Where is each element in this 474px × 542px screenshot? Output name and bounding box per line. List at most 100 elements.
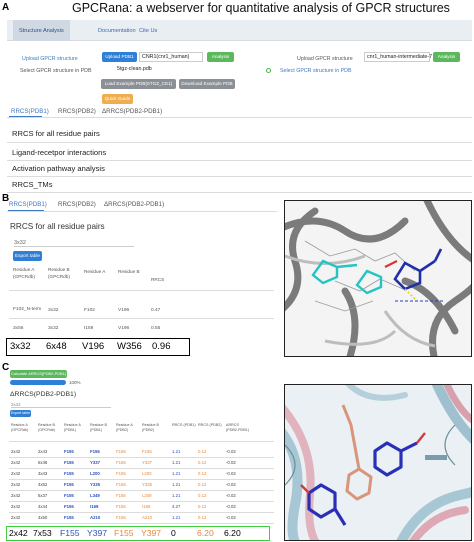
tabs-divider	[7, 117, 472, 118]
c-table-cell: 4x50	[38, 515, 48, 520]
c-table-cell: Y337	[142, 460, 153, 465]
c-col-header: ΔRRCS (PDB2-PDB1)	[226, 423, 249, 432]
b-table-cell: 3x32	[48, 308, 59, 313]
c-highlight-cell: F155	[60, 528, 80, 538]
b-col-header-2: Residue B (GPCRdb)	[48, 267, 70, 279]
tab-rrcs-pdb1[interactable]: RRCS(PDB1)	[11, 108, 49, 115]
c-table-cell: L200	[90, 471, 100, 476]
load-example-pdb-button[interactable]: Load Example PDB(5TGZ_CE1)	[101, 79, 176, 89]
b-table-cell: 3x56	[13, 326, 24, 331]
c-table-cell: 2x42	[11, 449, 21, 454]
progress-label: 100%	[69, 380, 81, 385]
nav-documentation[interactable]: Documentation	[98, 28, 136, 34]
c-table-cell: 0.12	[198, 504, 207, 509]
c-table-cell: F155	[64, 504, 74, 509]
b-table-cell: 0.47	[151, 308, 161, 313]
c-table-cell: F155	[64, 449, 74, 454]
c-highlight-cell: Y397	[87, 528, 108, 538]
c-table-cell: 0.12	[198, 493, 207, 498]
c-table-cell: 0.12	[198, 460, 207, 465]
c-table-cell: F155	[116, 460, 126, 465]
c-table-header-divider	[9, 441, 274, 442]
c-table-cell: 0.12	[198, 449, 207, 454]
b-table-cell: 3x32	[48, 326, 59, 331]
c-filter-input[interactable]: 2x42	[11, 402, 111, 408]
section-activation-pathway[interactable]: Activation pathway analysis	[12, 164, 105, 173]
b-table-cell: F102_N-term	[13, 307, 42, 312]
c-highlight-cell: 7x53	[33, 528, 52, 538]
divider	[9, 523, 274, 524]
tab-rrcs-pdb2[interactable]: RRCS(PDB2)	[58, 108, 96, 115]
progress-bar	[10, 380, 66, 385]
c-col-header: Residue B (PDB2)	[142, 423, 160, 432]
b-col-header-5: RRCS	[151, 277, 165, 282]
c-table-cell: 2x42	[11, 482, 21, 487]
divider	[7, 160, 472, 161]
divider	[7, 142, 472, 143]
c-table-cell: 1.21	[172, 471, 181, 476]
b-tab-rrcs-pdb2[interactable]: RRCS(PDB2)	[58, 201, 96, 208]
c-table-cell: L349	[90, 493, 100, 498]
panel-letter-a: A	[2, 2, 10, 13]
quick-guide-button[interactable]: Quick Guide	[102, 94, 133, 104]
tab-delta-rrcs[interactable]: ΔRRCS(PDB2-PDB1)	[102, 108, 162, 115]
analysis-button-right[interactable]: Analysis	[433, 52, 460, 62]
nav-structure-analysis[interactable]: Structure Analysis	[13, 20, 70, 41]
c-table-cell: F155	[142, 449, 152, 454]
section-rrcs-all-pairs[interactable]: RRCS for all residue pairs	[12, 129, 100, 138]
b-tab-rrcs-pdb1[interactable]: RRCS(PDB1)	[9, 201, 47, 208]
b-tab-delta-rrcs[interactable]: ΔRRCS(PDB2-PDB1)	[104, 201, 164, 208]
c-table-cell: 3x43	[38, 471, 48, 476]
c-highlight-cell: 0	[171, 528, 176, 538]
select-pdb-label-right[interactable]: Select GPCR structure in PDB	[280, 68, 352, 74]
c-col-header: RRCS (PDB1)	[172, 423, 196, 427]
section-ligand-receptor[interactable]: Ligand-recetpor interactions	[12, 148, 106, 157]
pdb-file-field[interactable]: 5tgz-clean.pdb	[115, 65, 175, 75]
upload-gpcr-label-right: Upload GPCR structure	[297, 56, 353, 62]
progress-fill	[10, 380, 66, 385]
divider	[9, 457, 274, 458]
c-table-cell: 6x37	[38, 493, 48, 498]
c-table-cell: F155	[64, 471, 74, 476]
c-table-cell: 1.21	[172, 449, 181, 454]
calculate-delta-rrcs-button[interactable]: Calculate ΔRRCS(PDB2-PDB1)	[10, 370, 67, 378]
c-table-cell: 1.21	[172, 482, 181, 487]
nav-cite-us[interactable]: Cite Us	[139, 28, 157, 34]
divider	[7, 192, 472, 193]
b-highlight-cell: 3x32	[10, 341, 31, 352]
c-table-cell: A210	[90, 515, 101, 520]
select-pdb-radio[interactable]	[266, 68, 271, 73]
pdb1-select[interactable]: CNR1(cnr1_human)	[139, 52, 203, 62]
b-highlight-cell: 0.96	[152, 341, 171, 352]
b-col-header-3: Residue A	[84, 269, 106, 274]
divider	[9, 479, 274, 480]
c-table-cell: F155	[116, 493, 126, 498]
divider	[9, 468, 274, 469]
c-protein-structure-image	[284, 384, 472, 541]
download-example-pdb-button[interactable]: Download Example PDB	[179, 79, 235, 89]
section-rrcs-tms[interactable]: RRCS_TMs	[12, 180, 53, 189]
page-title: GPCRana: a webserver for quantitative an…	[72, 1, 450, 15]
upload-pdb1-button[interactable]: Upload PDB1	[102, 52, 137, 62]
c-table-cell: F155	[116, 482, 126, 487]
b-table-cell: V196	[118, 326, 130, 331]
divider	[9, 512, 274, 513]
analysis-button-left[interactable]: Analysis	[207, 52, 234, 62]
c-table-cell: A210	[142, 515, 153, 520]
c-table-cell: -0.02	[226, 460, 236, 465]
c-export-table-button[interactable]: Export table	[10, 410, 31, 417]
b-export-table-button[interactable]: Export table	[13, 251, 42, 261]
b-protein-structure-image	[284, 200, 472, 357]
c-table-cell: 2x42	[11, 493, 21, 498]
c-col-header: Residue A (PDB1)	[64, 423, 81, 432]
c-highlight-cell: Y397	[141, 528, 162, 538]
upload-gpcr-label-left: Upload GPCR structure	[22, 56, 78, 62]
panel-letter-c: C	[2, 362, 10, 373]
pdb2-select[interactable]: cnr1_human-intermediate-7	[364, 52, 432, 62]
c-table-cell: F155	[64, 515, 74, 520]
c-highlight-cell: 2x42	[9, 528, 28, 538]
divider	[9, 501, 274, 502]
b-filter-input[interactable]: 3x32	[14, 240, 134, 247]
c-table-cell: I169	[90, 504, 99, 509]
c-table-cell: I169	[142, 504, 151, 509]
